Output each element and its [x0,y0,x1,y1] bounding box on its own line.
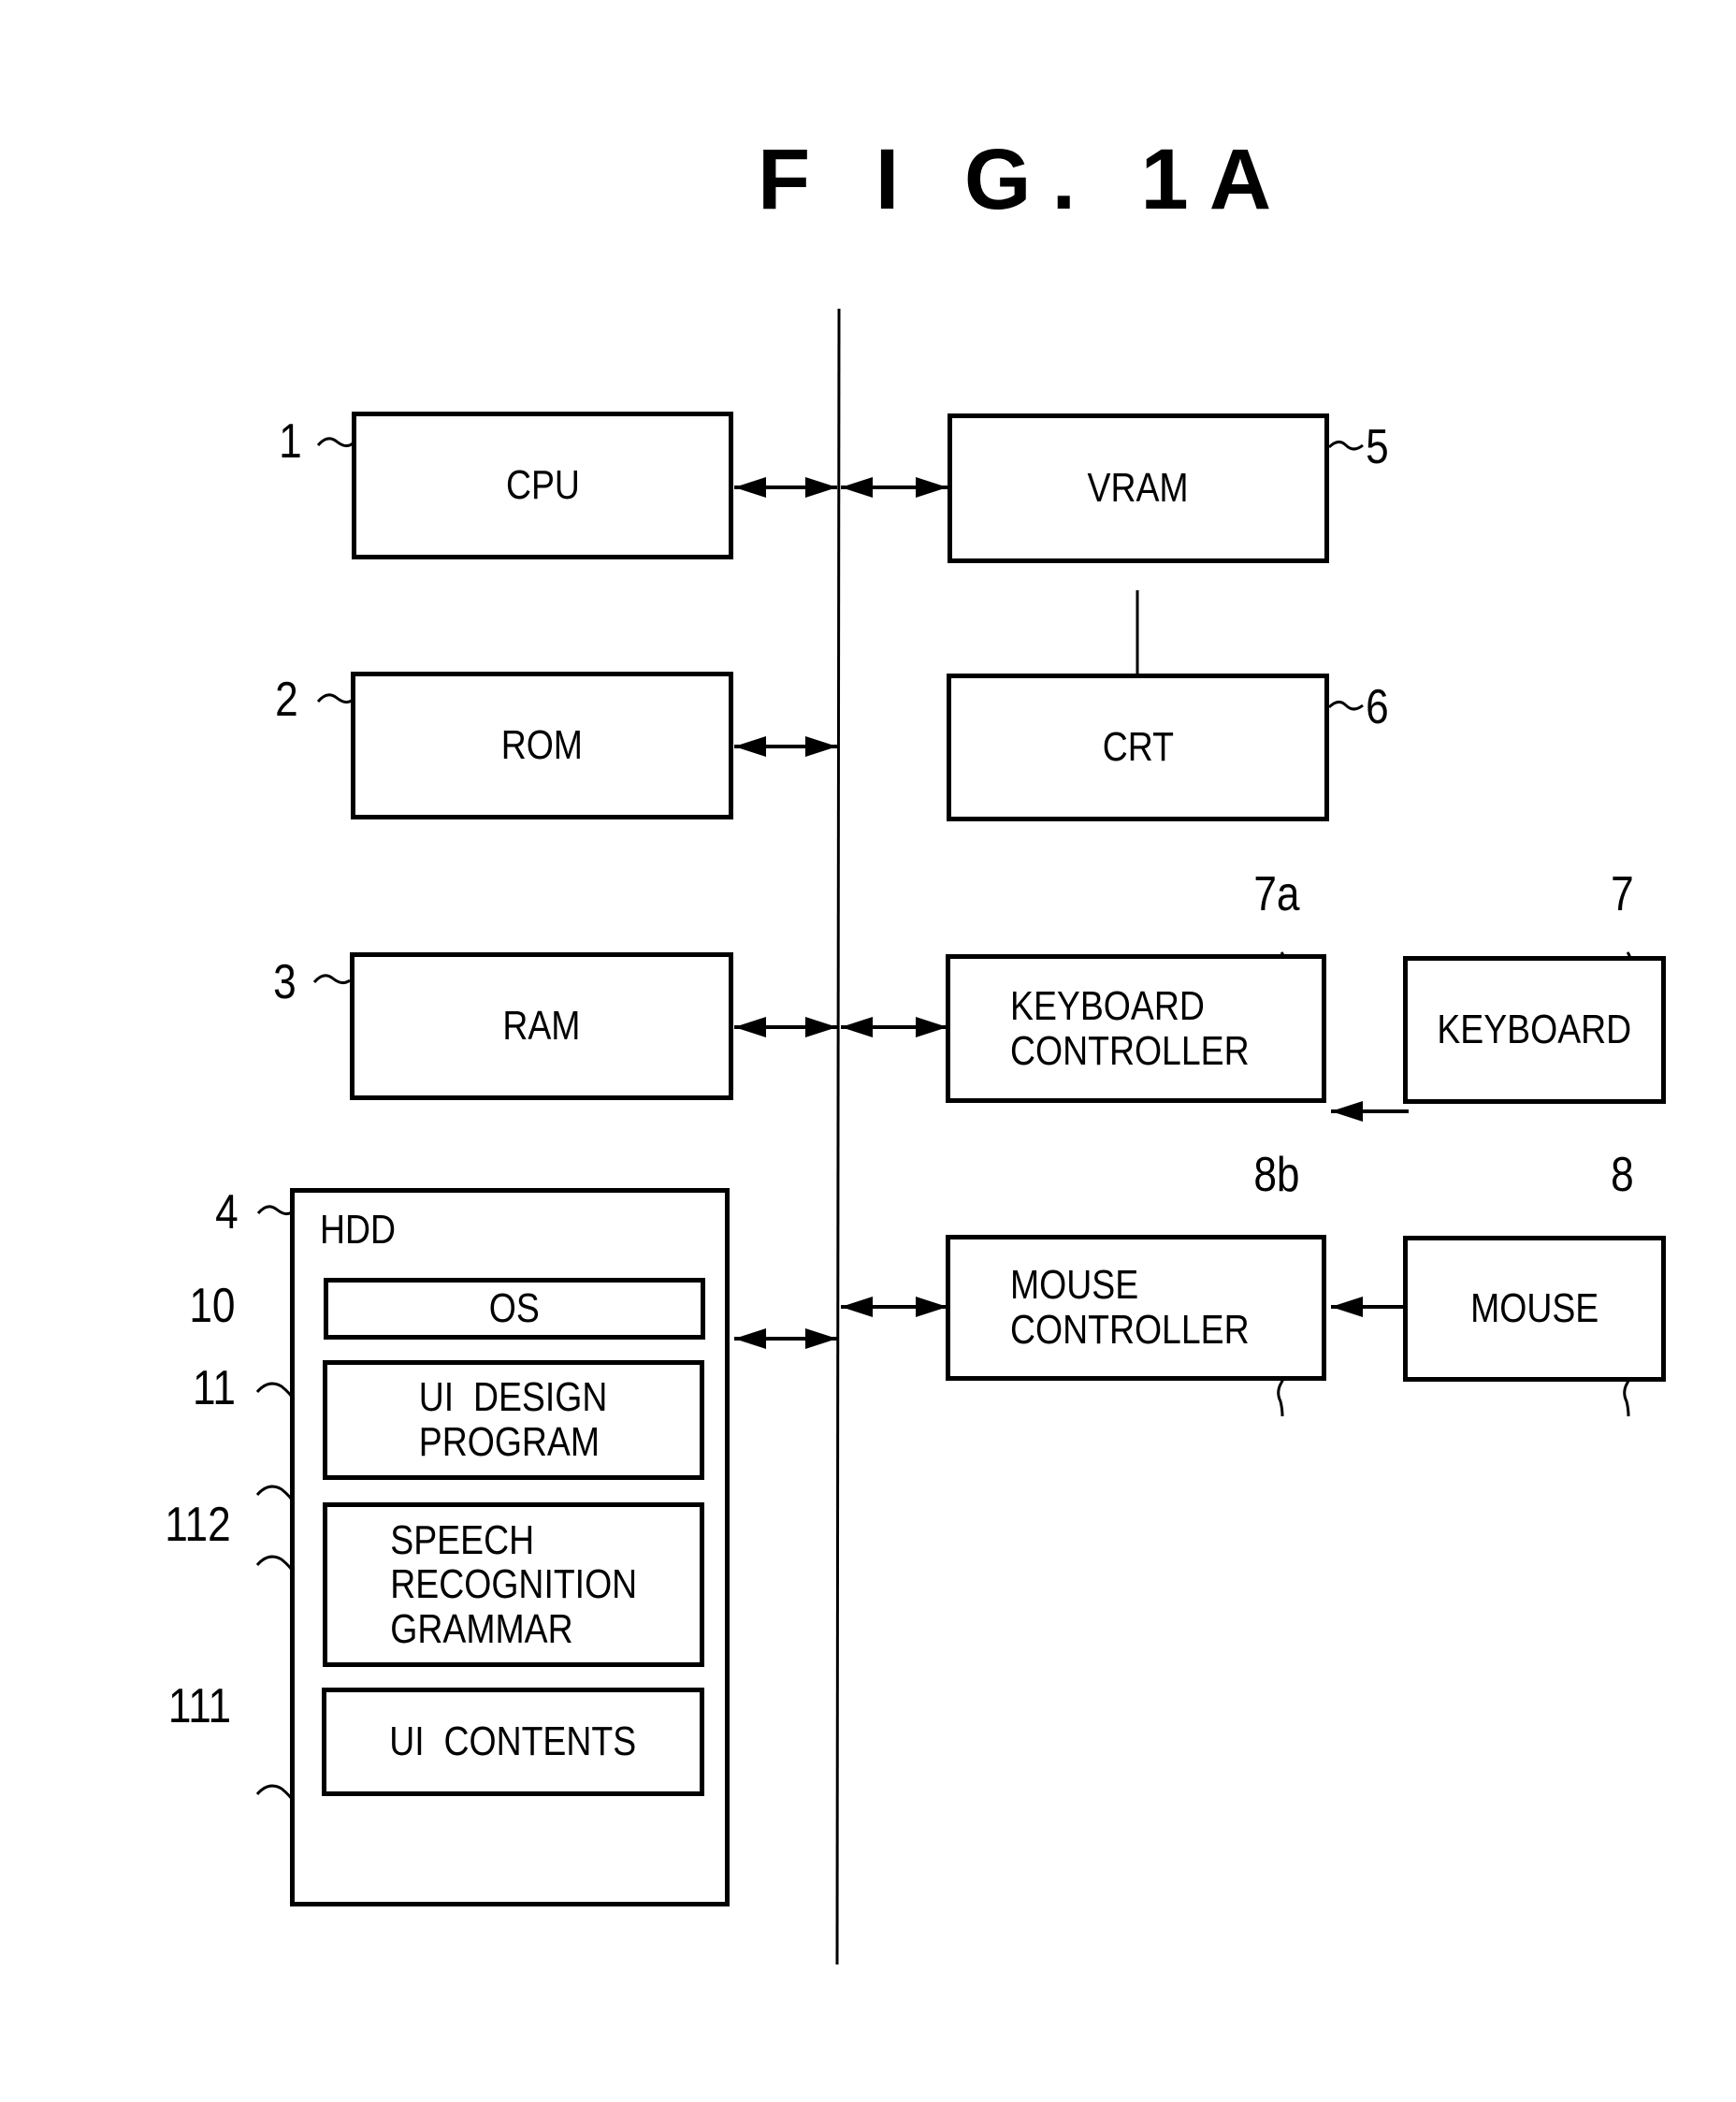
ui-design-program-block: UI DESIGN PROGRAM [323,1360,704,1480]
leader-vram [1327,441,1364,451]
os-block: OS [324,1278,705,1340]
leader-crt [1327,701,1364,711]
ref-os: 10 [189,1279,236,1333]
ref-vram: 5 [1366,420,1389,474]
ref-mouse: 8 [1611,1148,1634,1202]
keyboard-block: KEYBOARD [1403,956,1666,1104]
ref-cpu: 1 [279,414,302,469]
ram-block: RAM [350,952,733,1100]
ref-crt: 6 [1366,680,1389,734]
mouse-block: MOUSE [1403,1236,1666,1382]
mouse-controller-block: MOUSE CONTROLLER [946,1235,1326,1381]
ref-keyboard: 7 [1611,867,1634,921]
system-bus [835,308,841,1965]
ui-contents-block: UI CONTENTS [322,1688,704,1796]
ram-label: RAM [502,1003,581,1050]
ref-rom: 2 [275,673,298,727]
ui-design-program-label: UI DESIGN PROGRAM [419,1374,608,1465]
ref-keyboard-controller: 7a [1253,867,1300,921]
vram-block: VRAM [948,413,1329,563]
ref-ram: 3 [273,955,297,1009]
leader-hdd [256,1205,294,1216]
crt-block: CRT [947,674,1329,821]
cpu-label: CPU [505,462,580,509]
speech-recognition-grammar-label: SPEECH RECOGNITION GRAMMAR [390,1516,637,1652]
cpu-block: CPU [352,412,733,559]
leader-ram [312,974,351,985]
ref-mouse-controller: 8b [1253,1148,1300,1202]
ref-ui-contents: 111 [167,1679,232,1733]
os-label: OS [488,1285,541,1332]
keyboard-controller-label: KEYBOARD CONTROLLER [1010,982,1250,1074]
speech-recognition-grammar-block: SPEECH RECOGNITION GRAMMAR [323,1502,704,1667]
ref-ui-design-program: 11 [193,1361,236,1415]
rom-label: ROM [500,722,584,769]
hdd-label: HDD [320,1207,397,1253]
rom-block: ROM [351,672,733,819]
vram-label: VRAM [1087,465,1190,512]
leader-cpu [316,437,354,448]
mouse-controller-label: MOUSE CONTROLLER [1010,1262,1250,1353]
ref-hdd: 4 [215,1185,239,1239]
keyboard-controller-block: KEYBOARD CONTROLLER [946,954,1326,1103]
crt-label: CRT [1102,724,1174,771]
ref-speech-recognition-grammar: 112 [165,1498,231,1552]
leader-rom [316,693,354,704]
keyboard-label: KEYBOARD [1437,1007,1632,1053]
ui-contents-label: UI CONTENTS [389,1718,637,1765]
mouse-label: MOUSE [1469,1285,1599,1332]
